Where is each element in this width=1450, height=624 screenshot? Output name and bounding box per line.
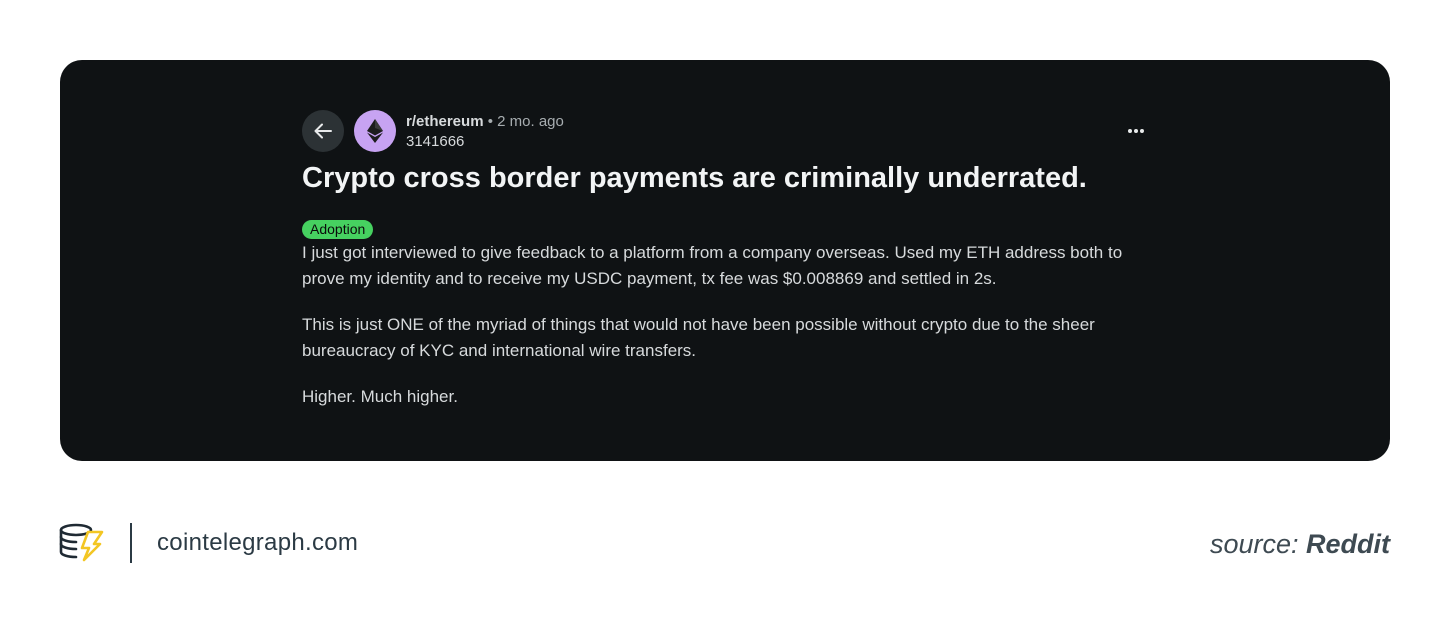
subreddit-link[interactable]: r/ethereum bbox=[406, 113, 484, 130]
post-paragraph: I just got interviewed to give feedback … bbox=[302, 243, 1123, 288]
source-name: Reddit bbox=[1306, 529, 1390, 559]
footer-domain: cointelegraph.com bbox=[157, 529, 359, 556]
back-button[interactable] bbox=[302, 110, 344, 152]
source-label: source: bbox=[1209, 529, 1299, 559]
post-header: r/ethereum • 2 mo. ago 3141666 bbox=[302, 110, 1147, 152]
post-paragraph: Higher. Much higher. bbox=[302, 387, 458, 406]
source-credit: source: Reddit bbox=[1210, 528, 1390, 560]
post-meta: r/ethereum • 2 mo. ago 3141666 bbox=[406, 113, 564, 151]
subreddit-avatar[interactable] bbox=[354, 110, 396, 152]
ellipsis-icon bbox=[1128, 129, 1144, 133]
post-author[interactable]: 3141666 bbox=[406, 133, 564, 151]
post-body: I just got interviewed to give feedback … bbox=[302, 240, 1147, 410]
post-time: 2 mo. ago bbox=[497, 113, 564, 130]
more-options-button[interactable] bbox=[1125, 120, 1147, 142]
arrow-left-icon bbox=[314, 123, 332, 139]
post: r/ethereum • 2 mo. ago 3141666 Crypto cr… bbox=[302, 110, 1147, 410]
reddit-post-card: r/ethereum • 2 mo. ago 3141666 Crypto cr… bbox=[60, 60, 1390, 461]
post-paragraph: This is just ONE of the myriad of things… bbox=[302, 315, 1095, 360]
post-flair[interactable]: Adoption bbox=[302, 220, 374, 239]
meta-separator: • bbox=[487, 113, 493, 130]
cointelegraph-logo-icon bbox=[59, 523, 104, 562]
ethereum-icon bbox=[367, 119, 383, 143]
post-title[interactable]: Crypto cross border payments are crimina… bbox=[302, 160, 1147, 196]
footer-divider bbox=[130, 523, 132, 563]
